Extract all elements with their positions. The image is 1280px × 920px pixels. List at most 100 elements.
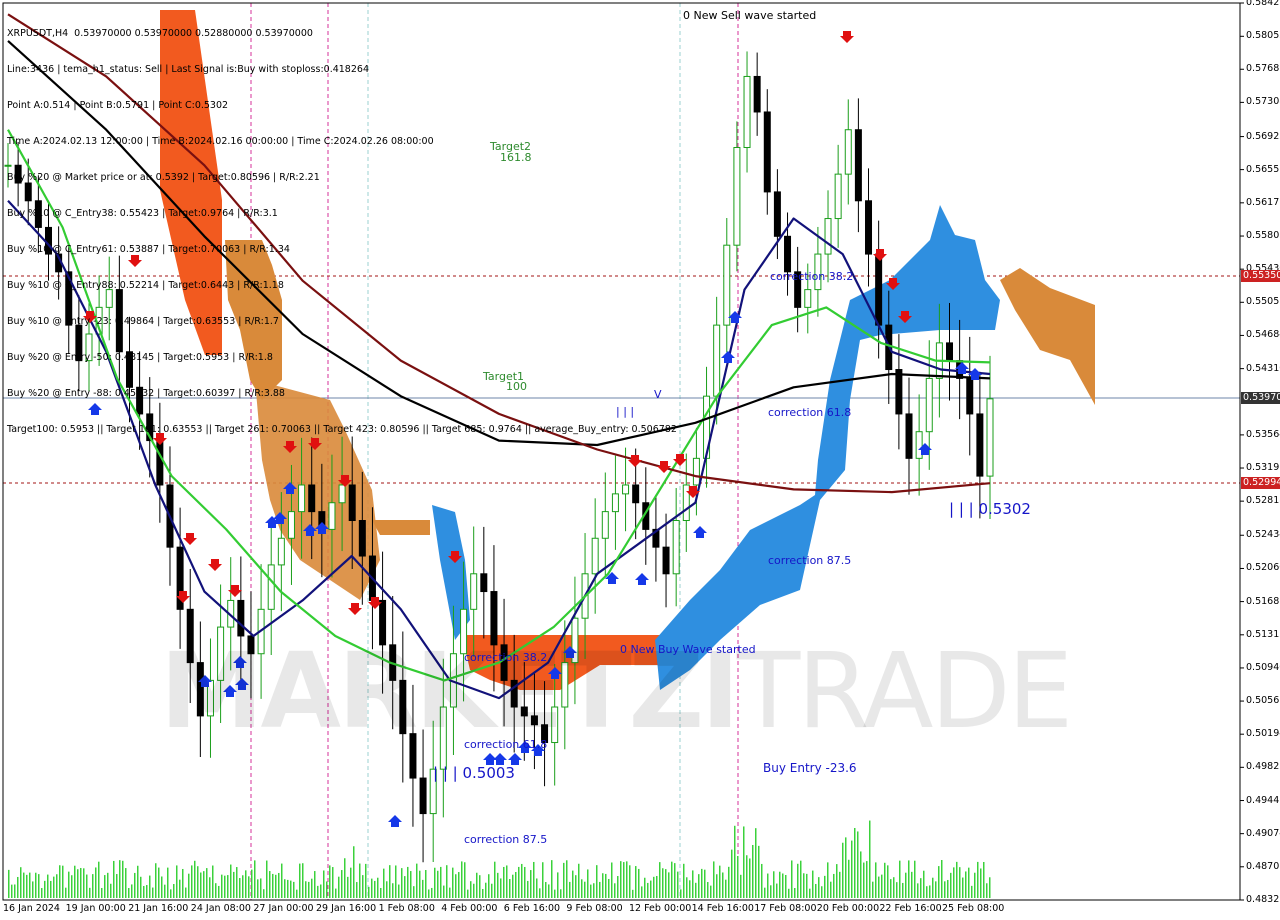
candle-body (804, 289, 812, 308)
volume-bar (236, 867, 238, 898)
volume-bar (797, 863, 799, 898)
volume-bar (530, 870, 532, 898)
correction-38-right: correction 38.2 (770, 270, 854, 283)
volume-bar (554, 889, 556, 898)
volume-bar (308, 881, 310, 898)
candle-body (753, 75, 761, 113)
volume-bar (794, 888, 796, 898)
volume-bar (620, 861, 622, 898)
volume-bar (317, 885, 319, 898)
volume-bar (920, 878, 922, 898)
volume-bar (374, 880, 376, 898)
volume-bar (524, 866, 526, 898)
up-arrow (693, 526, 707, 538)
volume-bar (383, 868, 385, 898)
volume-bar (563, 862, 565, 898)
candle-body (692, 457, 700, 486)
volume-bar (821, 886, 823, 898)
info-line-entry-88: Buy %20 @ Entry -88: 0.45632 | Target:0.… (7, 388, 285, 399)
candle-body (308, 484, 316, 513)
volume-bar (458, 872, 460, 898)
volume-bar (953, 867, 955, 898)
volume-bar (356, 882, 358, 898)
volume-bar (968, 867, 970, 898)
volume-bar (806, 873, 808, 898)
volume-bar (608, 878, 610, 898)
volume-bar (332, 867, 334, 898)
volume-bar (62, 865, 64, 898)
volume-bar (260, 878, 262, 898)
down-arrow (228, 585, 242, 597)
volume-bar (881, 874, 883, 898)
volume-bar (437, 870, 439, 898)
volume-bar (491, 883, 493, 898)
volume-bar (176, 865, 178, 898)
volume-bar (206, 868, 208, 898)
volume-bar (173, 884, 175, 898)
volume-bar (590, 884, 592, 898)
candle-body (723, 244, 731, 326)
volume-bar (542, 862, 544, 898)
volume-bar (626, 861, 628, 898)
candle-body (591, 537, 599, 575)
volume-bar (299, 863, 301, 898)
volume-bar (179, 879, 181, 898)
volume-bar (83, 868, 85, 898)
info-line-targets: Target100: 0.5953 || Target 161: 0.63553… (7, 424, 677, 435)
volume-bar (632, 889, 634, 898)
volume-bar (296, 889, 298, 898)
volume-bar (74, 865, 76, 898)
volume-bar (818, 877, 820, 898)
volume-bar (386, 881, 388, 898)
volume-bar (767, 873, 769, 898)
candle-body (348, 484, 356, 522)
candle-body (470, 573, 478, 610)
volume-bar (323, 870, 325, 898)
price-tag: 0.53970 (1241, 392, 1280, 404)
volume-bar (350, 867, 352, 898)
volume-bar (617, 876, 619, 898)
volume-bar (347, 876, 349, 898)
correction-61-right: correction 61.8 (768, 406, 852, 419)
volume-bar (359, 863, 361, 898)
volume-bar (812, 870, 814, 898)
volume-bar (59, 865, 61, 898)
volume-bar (47, 874, 49, 898)
y-tick-label: 0.50194 (1246, 728, 1280, 740)
volume-bar (158, 867, 160, 898)
volume-bar (815, 883, 817, 898)
volume-bar (446, 865, 448, 898)
volume-bar (407, 866, 409, 898)
volume-bar (905, 872, 907, 898)
cloud-brown-3 (372, 520, 430, 535)
volume-bar (800, 860, 802, 898)
volume-bar (755, 828, 757, 898)
volume-bar (65, 887, 67, 898)
volume-bar (638, 868, 640, 898)
volume-bar (464, 862, 466, 898)
candle-body (622, 484, 630, 495)
x-tick-label: 24 Jan 08:00 (190, 903, 251, 914)
volume-bar (839, 871, 841, 898)
volume-bar (344, 858, 346, 898)
volume-bar (284, 879, 286, 898)
volume-bar (125, 868, 127, 898)
x-tick-label: 9 Feb 08:00 (566, 903, 623, 914)
volume-bar (221, 874, 223, 898)
volume-bar (701, 868, 703, 898)
volume-bar (476, 872, 478, 898)
volume-bar (863, 862, 865, 898)
volume-bar (518, 866, 520, 898)
volume-bar (716, 874, 718, 898)
volume-bar (17, 876, 19, 898)
volume-bar (467, 889, 469, 898)
info-line-status: Line:3436 | tema_h1_status: Sell | Last … (7, 64, 369, 75)
volume-bar (314, 871, 316, 898)
volume-bar (248, 876, 250, 898)
volume-bar (98, 861, 100, 898)
volume-bar (791, 860, 793, 898)
candle-body (966, 377, 974, 415)
volume-bar (548, 884, 550, 898)
info-line-entry61: Buy %10 @ C_Entry61: 0.53887 | Target:0.… (7, 244, 290, 255)
volume-bar (416, 863, 418, 898)
